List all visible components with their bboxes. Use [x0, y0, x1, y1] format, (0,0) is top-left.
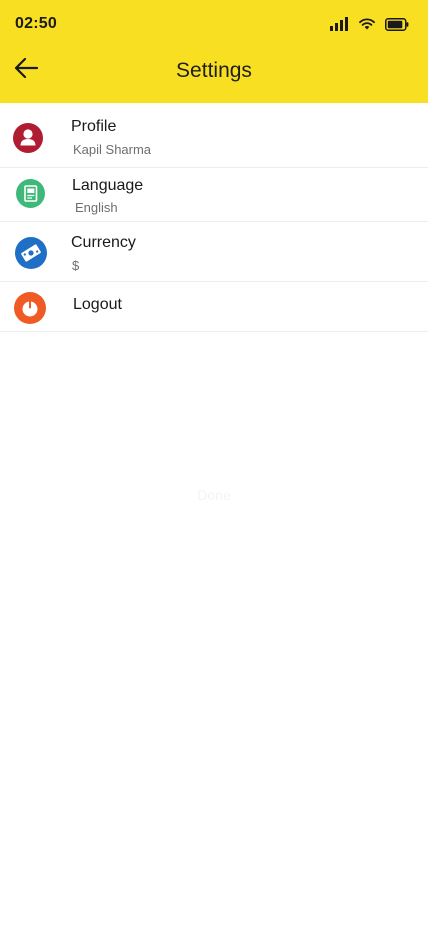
settings-item-language[interactable]: Language English [0, 168, 428, 222]
settings-item-title: Language [72, 177, 144, 194]
header-bar: 02:50 Settings [0, 0, 428, 103]
page-title: Settings [176, 59, 252, 82]
settings-item-currency[interactable]: Currency $ [0, 222, 428, 282]
settings-item-title: Currency [71, 234, 136, 251]
faint-done-label: Done [197, 487, 231, 503]
status-icons [330, 16, 409, 32]
settings-item-subtitle: Kapil Sharma [73, 142, 152, 157]
language-document-icon [16, 179, 45, 208]
status-time: 02:50 [15, 15, 57, 32]
currency-note-icon [15, 237, 47, 269]
settings-item-profile[interactable]: Profile Kapil Sharma [0, 103, 428, 168]
battery-icon [385, 17, 409, 31]
settings-item-subtitle: English [75, 200, 118, 215]
wifi-icon [359, 18, 375, 30]
settings-list: Profile Kapil Sharma Language English Cu… [0, 103, 428, 332]
settings-item-title: Profile [71, 118, 117, 135]
settings-item-title: Logout [73, 296, 122, 313]
settings-item-subtitle: $ [72, 258, 80, 273]
settings-screen: 02:50 Settings Profile Kapil Sharma Lang… [0, 0, 428, 926]
power-icon [14, 292, 46, 324]
user-icon [13, 123, 43, 153]
cellular-signal-icon [330, 17, 348, 31]
settings-item-logout[interactable]: Logout [0, 282, 428, 332]
